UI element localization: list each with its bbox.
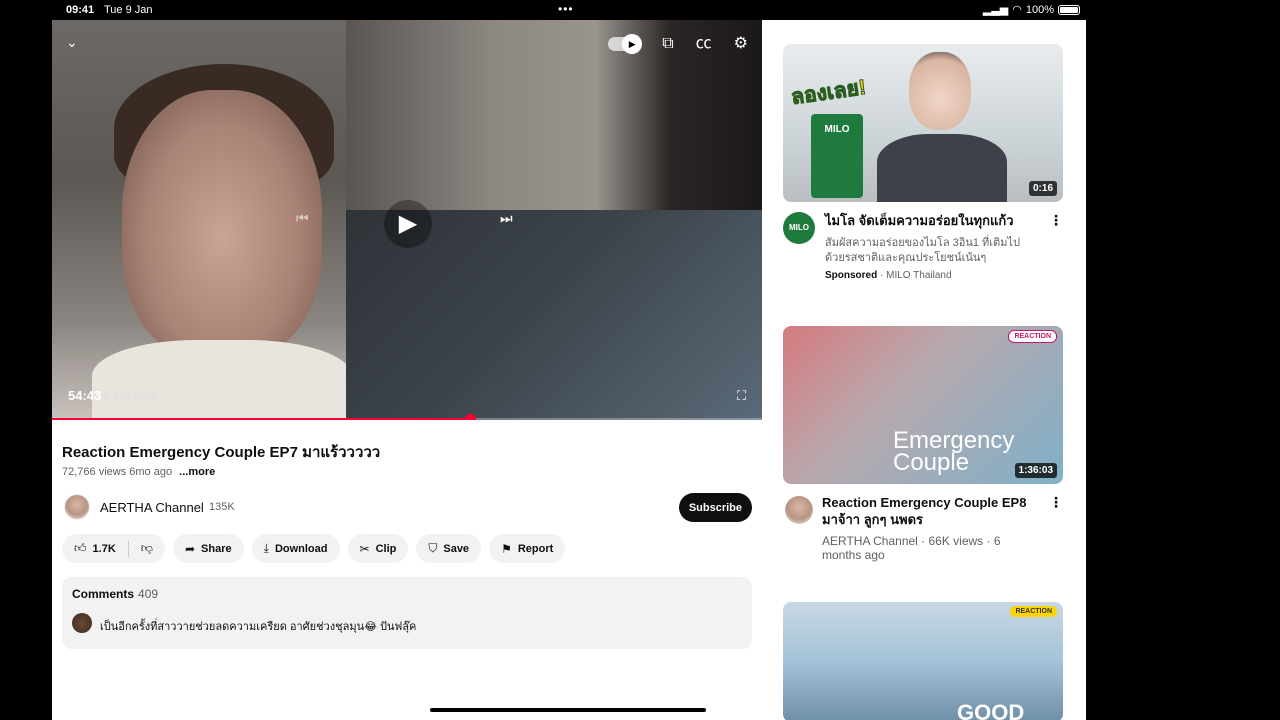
share-label: Share xyxy=(201,542,232,555)
previous-icon[interactable]: ⏮ xyxy=(296,210,309,227)
progress-handle[interactable] xyxy=(465,414,477,420)
progress-bar[interactable] xyxy=(52,414,762,420)
player-top-controls: ▶ ⧉ ㏄ ⚙ xyxy=(608,34,748,54)
channel-row: AERTHA Channel 135K Subscribe xyxy=(62,493,752,524)
sponsored-label: Sponsored xyxy=(825,270,878,281)
video-title: Reaction Emergency Couple EP7 มาแร้ววววว xyxy=(62,444,381,461)
promo-text: ลองเลย! xyxy=(789,75,868,110)
video-meta[interactable]: 72,766 views 6mo ago ...more xyxy=(62,466,215,478)
channel-name[interactable]: AERTHA Channel xyxy=(100,500,204,515)
top-comment: เป็นอีกครั้งที่สาววายช่วยลดความเครียด อา… xyxy=(100,621,417,633)
report-label: Report xyxy=(517,542,554,555)
clip-button[interactable]: ✂ Clip xyxy=(347,534,409,563)
save-label: Save xyxy=(443,542,470,555)
more-options-icon[interactable]: ⋮ xyxy=(1049,494,1063,511)
play-icon: ▶ xyxy=(398,210,418,237)
captions-icon[interactable]: ㏄ xyxy=(696,34,712,54)
status-date: Tue 9 Jan xyxy=(104,4,153,16)
ad-description: สัมผัสความอร่อยของไมโล 3อิน1 ที่เติมไป ด… xyxy=(825,237,1020,264)
autoplay-toggle[interactable]: ▶ xyxy=(608,34,643,54)
download-label: Download xyxy=(274,542,328,555)
download-button[interactable]: ⤓ Download xyxy=(251,534,340,563)
comments-panel[interactable]: Comments 409 เป็นอีกครั้งที่สาววายช่วยลดค… xyxy=(62,577,752,649)
milo-product-image: MILO xyxy=(811,114,863,198)
multitasking-dots[interactable]: ••• xyxy=(558,2,574,16)
chevron-down-icon[interactable]: ⌄ xyxy=(66,34,78,51)
flag-icon: ⚑ xyxy=(501,541,512,556)
ad-sponsor-line: Sponsored · MILO Thailand xyxy=(825,270,952,281)
total-time: / 1:32:56 xyxy=(104,388,156,403)
bookmark-icon: ⛉ xyxy=(428,541,438,555)
next-icon[interactable]: ⏭ xyxy=(500,210,513,227)
comments-header: Comments 409 xyxy=(72,587,158,601)
signal-icon: ▂▃▅ xyxy=(982,4,1009,16)
fullscreen-icon[interactable]: ⛶ xyxy=(737,388,746,404)
wifi-icon: ◠ xyxy=(1012,4,1022,16)
scissors-icon: ✂ xyxy=(359,541,370,556)
cast-icon[interactable]: ⧉ xyxy=(662,34,673,54)
comments-label: Comments xyxy=(72,587,135,601)
progress-fill xyxy=(52,418,471,420)
ad-info[interactable]: MILO ไมโล จัดเต็มความอร่อยในทุกแก้ว สัมผ… xyxy=(783,212,1063,282)
thumbs-up-icon[interactable]: 👍︎ xyxy=(74,541,87,556)
battery-icon xyxy=(1058,4,1080,15)
video-player[interactable]: ⌄ ▶ ⧉ ㏄ ⚙ ⏮ ▶ ⏭ 54:43 / 1:32:56 ⛶ xyxy=(52,20,762,420)
download-icon: ⤓ xyxy=(263,541,269,555)
comments-count: 409 xyxy=(138,587,159,601)
channel-avatar[interactable] xyxy=(64,494,90,520)
reaction-badge: REACTION xyxy=(1010,606,1057,617)
view-count: 72,766 views xyxy=(62,466,127,478)
video-duration: 1:36:03 xyxy=(1014,463,1057,478)
channel-avatar[interactable] xyxy=(785,496,813,524)
subscriber-count: 135K xyxy=(209,501,235,513)
share-icon: ➦ xyxy=(184,541,196,556)
video-thumbnail[interactable]: REACTION Emergency Couple 1:36:03 xyxy=(783,326,1063,484)
reaction-badge: REACTION xyxy=(1008,330,1057,343)
time-display: 54:43 / 1:32:56 xyxy=(68,388,155,403)
thumbnail-overlay-text: Emergency Couple xyxy=(893,427,1015,476)
like-count[interactable]: 1.7K xyxy=(93,543,116,555)
ad-person-image xyxy=(877,44,1007,202)
action-bar: 👍︎ 1.7K 👎︎ ➦ Share ⤓ Download ✂ Clip ⛉ S… xyxy=(62,534,566,563)
video-meta: AERTHA Channel · 66K views · 6 months ag… xyxy=(822,534,1001,562)
ad-logo[interactable]: MILO xyxy=(783,212,815,244)
video-info[interactable]: Reaction Emergency Couple EP8 มาจ้าา ลูก… xyxy=(783,494,1063,564)
share-button[interactable]: ➦ Share xyxy=(172,534,244,563)
more-options-icon[interactable]: ⋮ xyxy=(1049,212,1063,229)
settings-icon[interactable]: ⚙ xyxy=(734,34,748,54)
home-indicator[interactable] xyxy=(430,708,706,712)
like-dislike-group: 👍︎ 1.7K 👎︎ xyxy=(62,534,165,563)
battery-percent: 100% xyxy=(1025,3,1054,16)
subscribe-button[interactable]: Subscribe xyxy=(678,493,752,522)
status-bar: 09:41 Tue 9 Jan ••• ▂▃▅ ◠ 100% xyxy=(52,0,1086,20)
thumbs-down-icon[interactable]: 👎︎ xyxy=(141,541,153,556)
ad-duration: 0:16 xyxy=(1028,181,1057,196)
video-title: Reaction Emergency Couple EP8 มาจ้าา ลูก… xyxy=(822,495,1027,527)
status-time: 09:41 xyxy=(66,4,95,16)
youtube-app: ⌄ ▶ ⧉ ㏄ ⚙ ⏮ ▶ ⏭ 54:43 / 1:32:56 ⛶ Reacti… xyxy=(52,20,1086,720)
upload-age: 6mo ago xyxy=(129,466,173,478)
related-videos-sidebar: ลองเลย! MILO 0:16 MILO ไมโล จัดเต็มความอ… xyxy=(762,20,1086,720)
ad-thumbnail[interactable]: ลองเลย! MILO 0:16 xyxy=(783,44,1063,202)
more-link[interactable]: ...more xyxy=(179,466,215,478)
save-button[interactable]: ⛉ Save xyxy=(416,534,482,563)
advertiser-name: · MILO Thailand xyxy=(880,270,952,281)
report-button[interactable]: ⚑ Report xyxy=(489,534,566,563)
clip-label: Clip xyxy=(375,542,397,555)
current-time: 54:43 xyxy=(68,388,102,403)
play-button[interactable]: ▶ xyxy=(384,200,432,248)
thumbnail-overlay-text: GOOD xyxy=(957,700,1025,720)
commenter-avatar xyxy=(72,613,92,633)
video-thumbnail[interactable]: REACTION GOOD xyxy=(783,602,1063,720)
status-right: ▂▃▅ ◠ 100% xyxy=(983,3,1080,16)
ad-title: ไมโล จัดเต็มความอร่อยในทุกแก้ว xyxy=(825,213,1014,228)
